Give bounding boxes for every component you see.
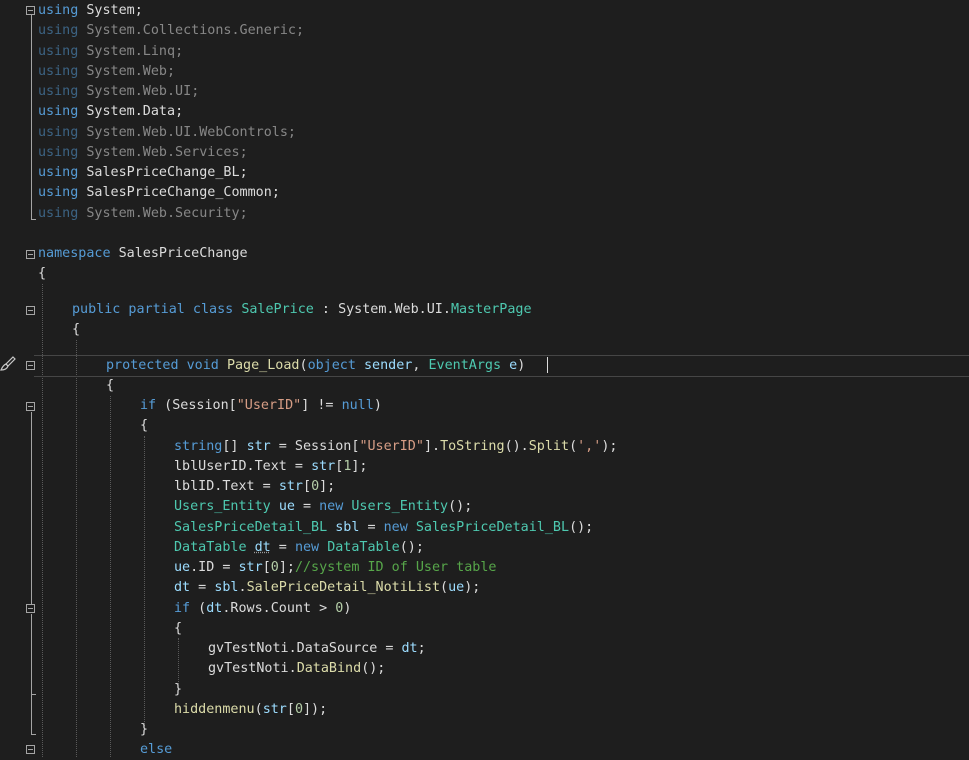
code-line-if-rows[interactable]: if (dt.Rows.Count > 0) — [0, 599, 969, 619]
namespace-ref: System.Web.UI — [86, 84, 192, 99]
namespace-ref: SalesPriceChange_BL — [86, 165, 240, 180]
code-line-notilist[interactable]: dt = sbl.SalePriceDetail_NotiList(ue); — [0, 578, 969, 598]
code-line-method-declaration[interactable]: protected void Page_Load(object sender, … — [0, 355, 969, 377]
namespace-ref: System.Data — [86, 104, 176, 119]
index-literal: 0 — [294, 702, 303, 717]
keyword-using: using — [38, 125, 79, 140]
code-line-using-11[interactable]: using System.Web.Security; — [0, 204, 969, 224]
base-namespace: System.Web.UI. — [338, 302, 451, 317]
code-line-users-entity[interactable]: Users_Entity ue = new Users_Entity(); — [0, 497, 969, 517]
keyword-using: using — [38, 185, 79, 200]
keyword-using: using — [38, 44, 79, 59]
keyword-using: using — [38, 145, 79, 160]
namespace-ref: SalesPriceChange_Common — [86, 185, 272, 200]
keyword-else: else — [140, 742, 173, 757]
string-literal: "UserID" — [359, 439, 424, 454]
code-line-using-2[interactable]: using System.Collections.Generic; — [0, 21, 969, 41]
keyword-using: using — [38, 84, 79, 99]
code-line-else[interactable]: else — [0, 740, 969, 760]
text-caret — [547, 357, 548, 373]
method-name: Page_Load — [226, 358, 300, 373]
index-literal: 0 — [270, 560, 279, 575]
index-literal: 0 — [311, 479, 320, 494]
code-editor[interactable]: using System; using System.Collections.G… — [0, 0, 969, 757]
code-line-using-1[interactable]: using System; — [0, 1, 969, 21]
code-line-split[interactable]: string[] str = Session["UserID"].ToStrin… — [0, 437, 969, 457]
param-type: EventArgs — [428, 358, 502, 373]
code-line-using-8[interactable]: using System.Web.Services; — [0, 143, 969, 163]
code-line-using-4[interactable]: using System.Web; — [0, 62, 969, 82]
keyword-using: using — [38, 23, 79, 38]
namespace-ref: System — [86, 3, 135, 18]
code-line-brace[interactable]: { — [0, 376, 969, 396]
code-line-hiddenmenu[interactable]: hiddenmenu(str[0]); — [0, 700, 969, 720]
code-line-using-9[interactable]: using SalesPriceChange_BL; — [0, 163, 969, 183]
keyword-namespace: namespace — [38, 246, 111, 261]
code-line-using-3[interactable]: using System.Linq; — [0, 42, 969, 62]
class-name: SalePrice — [241, 302, 314, 317]
keyword-using: using — [38, 64, 79, 79]
code-line-using-7[interactable]: using System.Web.UI.WebControls; — [0, 123, 969, 143]
namespace-ref: System.Collections.Generic — [86, 23, 296, 38]
code-line-ue-id[interactable]: ue.ID = str[0];//system ID of User table — [0, 558, 969, 578]
class-modifiers: public partial class — [72, 302, 234, 317]
code-comment: //system ID of User table — [294, 560, 497, 575]
code-line-brace[interactable]: { — [0, 320, 969, 340]
code-line-datasource[interactable]: gvTestNoti.DataSource = dt; — [0, 639, 969, 659]
namespace-name: SalesPriceChange — [118, 246, 248, 261]
keyword-null: null — [341, 398, 374, 413]
base-class: MasterPage — [450, 302, 532, 317]
code-line-datatable[interactable]: DataTable dt = new DataTable(); — [0, 538, 969, 558]
keyword-using: using — [38, 104, 79, 119]
code-line-brace[interactable]: { — [0, 416, 969, 436]
code-line-using-5[interactable]: using System.Web.UI; — [0, 82, 969, 102]
keyword-using: using — [38, 165, 79, 180]
namespace-ref: System.Web — [86, 64, 167, 79]
code-line-namespace[interactable]: namespace SalesPriceChange — [0, 244, 969, 264]
code-line-lblid[interactable]: lblID.Text = str[0]; — [0, 477, 969, 497]
code-line-class-declaration[interactable]: public partial class SalePrice : System.… — [0, 300, 969, 320]
code-line-brace[interactable]: { — [0, 264, 969, 284]
namespace-ref: System.Linq — [86, 44, 176, 59]
method-modifiers: protected void — [106, 358, 219, 373]
param-name: e — [509, 358, 518, 373]
code-line-using-10[interactable]: using SalesPriceChange_Common; — [0, 183, 969, 203]
code-line-databind[interactable]: gvTestNoti.DataBind(); — [0, 659, 969, 679]
namespace-ref: System.Web.Security — [86, 206, 240, 221]
namespace-ref: System.Web.Services — [86, 145, 240, 160]
param-type: object — [307, 358, 356, 373]
string-literal: "UserID" — [236, 398, 302, 413]
code-line-brace[interactable]: { — [0, 619, 969, 639]
code-line-lbluserid[interactable]: lblUserID.Text = str[1]; — [0, 457, 969, 477]
namespace-ref: System.Web.UI.WebControls — [86, 125, 288, 140]
keyword-using: using — [38, 206, 79, 221]
code-line-if-session[interactable]: if (Session["UserID"] != null) — [0, 396, 969, 416]
number-literal: 0 — [335, 601, 344, 616]
code-line-salespricedetail-bl[interactable]: SalesPriceDetail_BL sbl = new SalesPrice… — [0, 518, 969, 538]
code-line-brace[interactable]: } — [0, 680, 969, 700]
index-literal: 1 — [343, 459, 352, 474]
code-line-using-6[interactable]: using System.Data; — [0, 102, 969, 122]
keyword-using: using — [38, 3, 79, 18]
param-name: sender — [364, 358, 413, 373]
char-literal: ',' — [577, 439, 602, 454]
code-line-brace[interactable]: } — [0, 720, 969, 740]
